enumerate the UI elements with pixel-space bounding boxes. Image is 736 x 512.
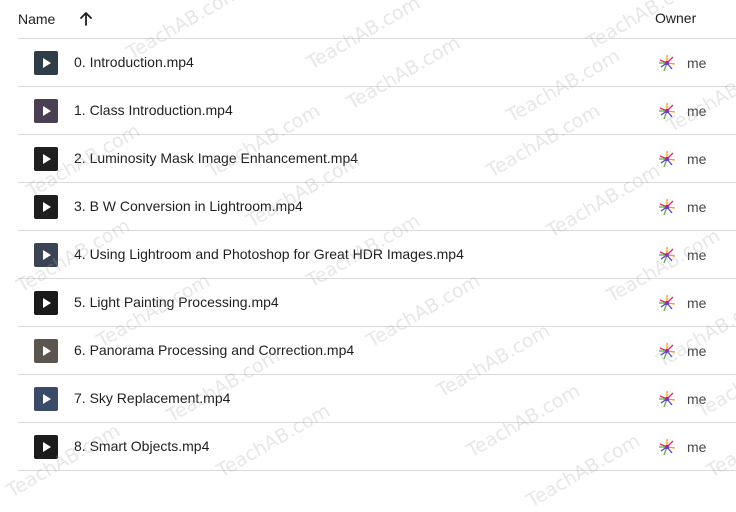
video-thumbnail-icon <box>34 147 58 171</box>
avatar-icon <box>656 292 678 314</box>
owner-name: me <box>687 151 707 167</box>
play-icon <box>43 58 51 68</box>
video-thumbnail-icon <box>34 195 58 219</box>
file-owner: me <box>656 148 706 170</box>
file-row[interactable]: 4. Using Lightroom and Photoshop for Gre… <box>18 231 736 279</box>
file-owner: me <box>656 100 706 122</box>
name-column-header[interactable]: Name <box>18 10 95 28</box>
video-thumbnail-icon <box>34 51 58 75</box>
play-icon <box>43 250 51 260</box>
play-icon <box>43 298 51 308</box>
owner-name: me <box>687 343 707 359</box>
play-icon <box>43 202 51 212</box>
avatar-icon <box>656 436 678 458</box>
play-icon <box>43 394 51 404</box>
file-list-header: Name Owner <box>0 0 736 38</box>
video-thumbnail-icon <box>34 435 58 459</box>
file-row[interactable]: 2. Luminosity Mask Image Enhancement.mp4… <box>18 135 736 183</box>
file-row[interactable]: 1. Class Introduction.mp4 me <box>18 87 736 135</box>
file-owner: me <box>656 196 706 218</box>
file-row[interactable]: 3. B W Conversion in Lightroom.mp4 me <box>18 183 736 231</box>
avatar-icon <box>656 196 678 218</box>
play-icon <box>43 442 51 452</box>
file-owner: me <box>656 388 706 410</box>
file-row[interactable]: 5. Light Painting Processing.mp4 me <box>18 279 736 327</box>
file-name: 7. Sky Replacement.mp4 <box>74 390 231 406</box>
file-name: 0. Introduction.mp4 <box>74 54 194 70</box>
owner-name: me <box>687 55 707 71</box>
file-list: 0. Introduction.mp4 me 1. Class Introducti… <box>0 38 736 471</box>
file-row[interactable]: 0. Introduction.mp4 me <box>18 38 736 87</box>
owner-name: me <box>687 199 707 215</box>
file-name: 8. Smart Objects.mp4 <box>74 438 210 454</box>
avatar-icon <box>656 100 678 122</box>
owner-name: me <box>687 439 707 455</box>
owner-name: me <box>687 247 707 263</box>
avatar-icon <box>656 52 678 74</box>
avatar-icon <box>656 388 678 410</box>
avatar-icon <box>656 244 678 266</box>
video-thumbnail-icon <box>34 99 58 123</box>
avatar-icon <box>656 148 678 170</box>
file-name: 2. Luminosity Mask Image Enhancement.mp4 <box>74 150 359 166</box>
play-icon <box>43 106 51 116</box>
video-thumbnail-icon <box>34 339 58 363</box>
name-column-label: Name <box>18 11 56 27</box>
file-row[interactable]: 8. Smart Objects.mp4 me <box>18 423 736 471</box>
file-row[interactable]: 6. Panorama Processing and Correction.mp… <box>18 327 736 375</box>
file-owner: me <box>656 340 706 362</box>
play-icon <box>43 154 51 164</box>
file-name: 1. Class Introduction.mp4 <box>74 102 233 118</box>
arrow-upward-icon[interactable] <box>77 10 95 28</box>
owner-name: me <box>687 103 707 119</box>
file-owner: me <box>656 292 706 314</box>
file-owner: me <box>656 244 706 266</box>
file-name: 6. Panorama Processing and Correction.mp… <box>74 342 355 358</box>
owner-name: me <box>687 295 707 311</box>
file-name: 3. B W Conversion in Lightroom.mp4 <box>74 198 303 214</box>
avatar-icon <box>656 340 678 362</box>
video-thumbnail-icon <box>34 243 58 267</box>
video-thumbnail-icon <box>34 291 58 315</box>
video-thumbnail-icon <box>34 387 58 411</box>
file-owner: me <box>656 436 706 458</box>
file-name: 5. Light Painting Processing.mp4 <box>74 294 279 310</box>
play-icon <box>43 346 51 356</box>
owner-column-header[interactable]: Owner <box>655 10 696 26</box>
file-owner: me <box>656 52 706 74</box>
file-name: 4. Using Lightroom and Photoshop for Gre… <box>74 246 464 262</box>
file-row[interactable]: 7. Sky Replacement.mp4 me <box>18 375 736 423</box>
owner-name: me <box>687 391 707 407</box>
